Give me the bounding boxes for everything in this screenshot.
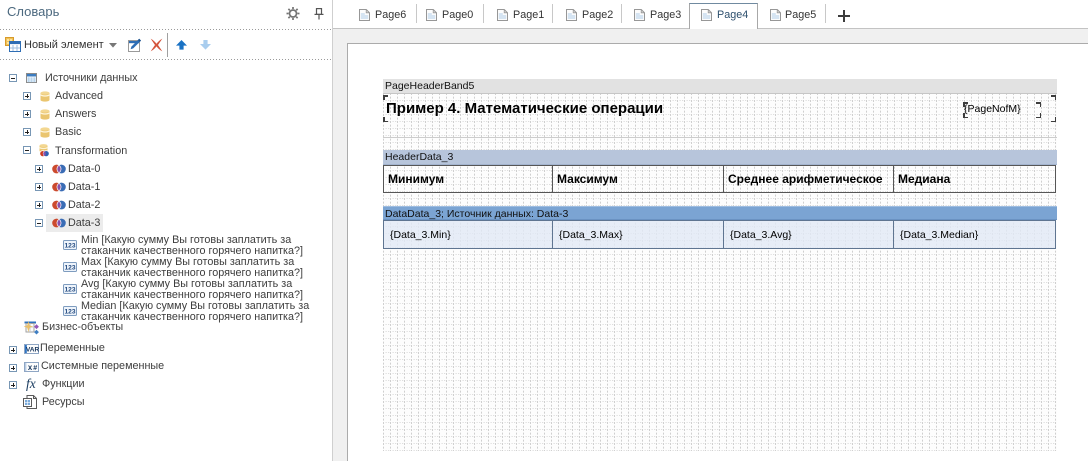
- svg-text:x: x: [28, 363, 33, 372]
- svg-text:123: 123: [64, 242, 75, 249]
- svg-text:VAR: VAR: [26, 347, 39, 354]
- svg-text:123: 123: [64, 308, 75, 315]
- svg-text:123: 123: [64, 264, 75, 271]
- svg-text:#: #: [33, 365, 37, 372]
- svg-text:123: 123: [64, 286, 75, 293]
